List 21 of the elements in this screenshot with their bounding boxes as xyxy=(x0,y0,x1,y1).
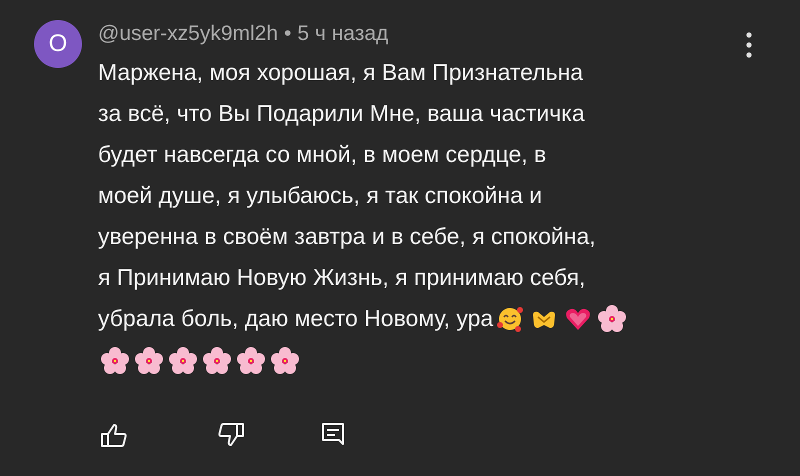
flower-icon xyxy=(237,347,265,375)
comment-text-line: моей душе, я улыбаюсь, я так спокойна и xyxy=(98,181,542,210)
comment-text-line: убрала боль, даю место Новому, ура xyxy=(98,304,494,333)
comment-text-line: за всё, что Вы Подарили Мне, ваша частичка xyxy=(98,99,585,128)
comment-text-line: будет навсегда со мной, в моем сердце, в xyxy=(98,140,546,169)
separator-dot: • xyxy=(284,21,292,48)
flower-icon xyxy=(598,304,626,332)
smiling-face-icon xyxy=(496,304,524,332)
flower-icon xyxy=(169,347,197,375)
flower-icon xyxy=(101,347,129,375)
more-options-icon[interactable] xyxy=(744,32,754,58)
flower-icon xyxy=(271,347,299,375)
comment-text-line: я Принимаю Новую Жизнь, я принимаю себя, xyxy=(98,263,586,292)
reply-comment-icon[interactable] xyxy=(321,422,345,448)
comment-time: 5 ч назад xyxy=(297,21,388,48)
author-name[interactable]: @user-xz5yk9ml2h xyxy=(98,18,278,50)
flower-icon xyxy=(135,347,163,375)
flower-icon xyxy=(203,347,231,375)
avatar[interactable]: O xyxy=(34,20,82,68)
comment-text-line: Маржена, моя хорошая, я Вам Признательна xyxy=(98,58,584,87)
comment-text-line: уверенна в своём завтра и в себе, я спокойна, xyxy=(98,222,596,251)
